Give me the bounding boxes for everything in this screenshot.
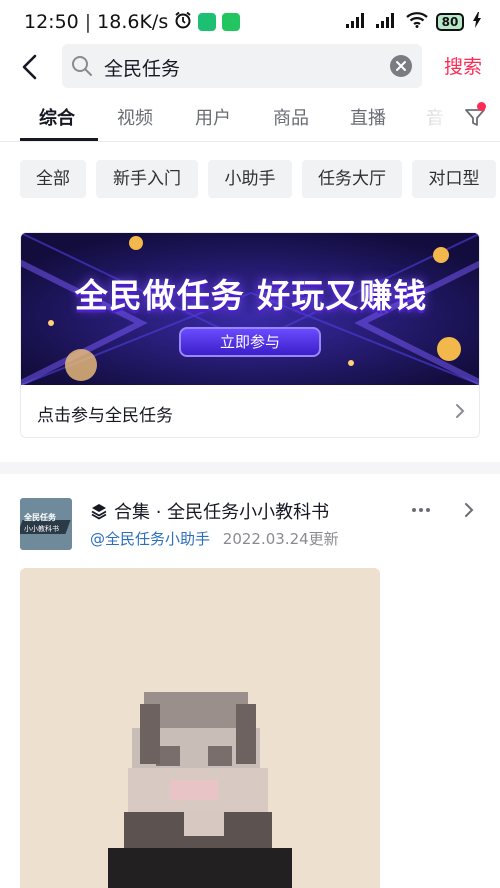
promo-card-footer[interactable]: 点击参与全民任务 — [21, 385, 479, 437]
status-separator: | — [84, 11, 92, 33]
video-cover-image — [20, 568, 380, 888]
status-left: 12:50 | 18.6K/s — [24, 11, 241, 34]
search-query: 全民任务 — [104, 58, 181, 80]
filter-badge — [477, 102, 486, 111]
status-right: 80 — [346, 11, 482, 33]
promo-card-label: 点击参与全民任务 — [37, 406, 173, 426]
tab-live[interactable]: 直播 — [350, 104, 386, 130]
collection-updated-date: 2022.03.24更新 — [222, 530, 339, 548]
back-button[interactable] — [14, 50, 48, 84]
status-bar: 12:50 | 18.6K/s 80 — [0, 0, 500, 44]
join-now-button[interactable]: 立即参与 — [179, 327, 321, 357]
search-icon — [72, 56, 92, 76]
chip-lip-sync[interactable]: 对口型 — [412, 160, 496, 198]
promo-banner-image: 全民做任务 好玩又赚钱 立即参与 — [21, 233, 479, 385]
thumbnail-subtitle: 小小教科书 — [24, 525, 59, 533]
tabs-divider — [0, 141, 500, 142]
tab-fade — [416, 100, 456, 136]
more-options-icon[interactable] — [408, 500, 434, 520]
chip-all[interactable]: 全部 — [20, 160, 86, 198]
video-cover[interactable] — [20, 568, 380, 888]
chip-task-hall[interactable]: 任务大厅 — [302, 160, 402, 198]
search-button[interactable]: 搜索 — [444, 52, 482, 79]
tab-comprehensive[interactable]: 综合 — [39, 104, 75, 130]
tab-products[interactable]: 商品 — [273, 104, 309, 130]
search-row: 全民任务 搜索 — [0, 44, 500, 90]
status-time: 12:50 — [24, 11, 79, 33]
collection-header[interactable]: 全民任务 小小教科书 合集 · 全民任务小小教科书 @全民任务小助手 2022.… — [20, 498, 480, 558]
chip-beginner[interactable]: 新手入门 — [96, 160, 198, 198]
chevron-right-icon[interactable] — [460, 501, 478, 519]
collection-title: 合集 · 全民任务小小教科书 — [114, 502, 330, 523]
shield-app-icon — [198, 13, 217, 31]
charging-icon — [472, 11, 482, 33]
filter-chips: 全部 新手入门 小助手 任务大厅 对口型 — [0, 160, 500, 198]
thumbnail-title: 全民任务 — [24, 513, 56, 522]
banner-headline: 全民做任务 好玩又赚钱 — [74, 276, 428, 315]
clear-icon[interactable] — [390, 55, 412, 77]
collection-thumbnail: 全民任务 小小教科书 — [20, 498, 72, 550]
collection-author-link[interactable]: @全民任务小助手 — [90, 530, 210, 548]
collection-title-row: 合集 · 全民任务小小教科书 — [90, 498, 329, 524]
tab-users[interactable]: 用户 — [195, 104, 231, 130]
chip-assistant[interactable]: 小助手 — [208, 160, 292, 198]
signal-icon-2 — [376, 11, 398, 33]
layers-icon — [91, 504, 107, 520]
search-input[interactable]: 全民任务 — [62, 44, 422, 88]
promo-card[interactable]: 全民做任务 好玩又赚钱 立即参与 点击参与全民任务 — [20, 232, 480, 438]
status-net-speed: 18.6K/s — [97, 11, 169, 33]
battery-icon: 80 — [436, 13, 464, 31]
back-arrow-icon — [22, 54, 37, 80]
wifi-icon — [406, 11, 428, 33]
chevron-right-icon — [456, 404, 465, 418]
collection-meta: @全民任务小助手 2022.03.24更新 — [90, 528, 339, 549]
signal-icon — [346, 11, 368, 33]
alarm-icon — [174, 11, 192, 34]
chat-app-icon — [222, 13, 241, 31]
tab-video[interactable]: 视频 — [117, 104, 153, 130]
section-divider — [0, 462, 500, 474]
